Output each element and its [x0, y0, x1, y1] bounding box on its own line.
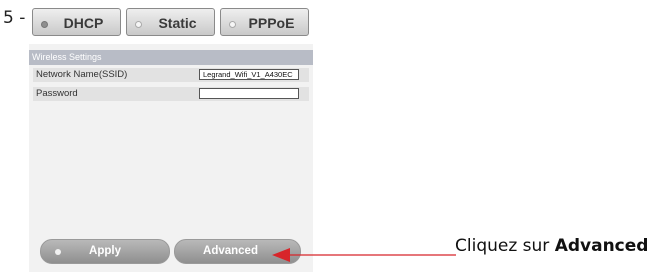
apply-button[interactable]: Apply [40, 239, 170, 264]
apply-label: Apply [89, 245, 121, 257]
instruction-callout: Cliquez sur Advanced [455, 236, 648, 256]
password-input[interactable] [199, 88, 299, 99]
settings-panel: Wireless Settings Network Name(SSID) Leg… [29, 44, 313, 272]
static-label: Static [158, 15, 197, 31]
wireless-settings-header: Wireless Settings [29, 50, 313, 65]
static-button[interactable]: Static [126, 8, 215, 36]
password-row: Password [33, 87, 309, 101]
password-label: Password [36, 88, 78, 99]
step-number: 5 - [3, 8, 26, 28]
pppoe-label: PPPoE [248, 15, 295, 31]
dhcp-button[interactable]: DHCP [32, 8, 121, 36]
pppoe-button[interactable]: PPPoE [220, 8, 309, 36]
callout-arrow-icon [272, 248, 456, 262]
ssid-row: Network Name(SSID) Legrand_Wifi_V1_A430E… [33, 68, 309, 82]
ssid-input[interactable]: Legrand_Wifi_V1_A430EC [199, 69, 299, 80]
callout-emphasis: Advanced [554, 236, 649, 256]
dhcp-label: DHCP [63, 15, 104, 31]
callout-prefix: Cliquez sur [455, 236, 555, 256]
ssid-label: Network Name(SSID) [36, 69, 128, 80]
wireless-settings-title: Wireless Settings [32, 52, 102, 62]
